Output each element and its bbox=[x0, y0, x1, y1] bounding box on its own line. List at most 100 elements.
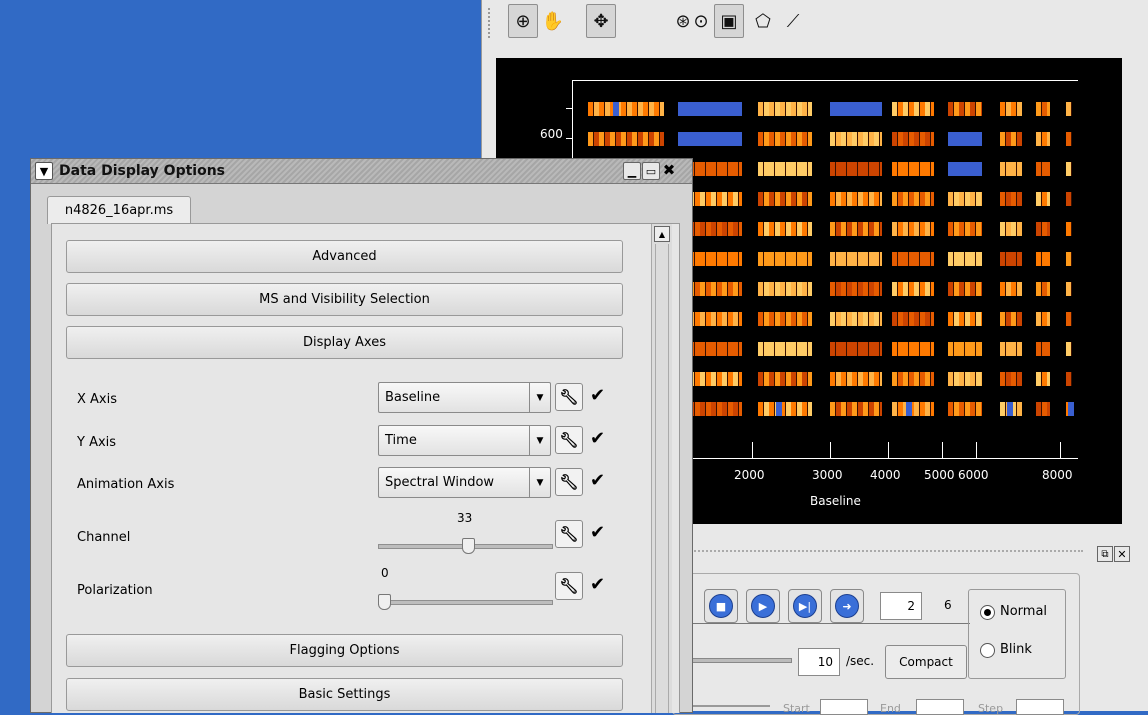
zoom-icon: ⊕ bbox=[515, 10, 531, 32]
polygon-region-tool-button[interactable]: ⬠ bbox=[748, 4, 778, 38]
x-tick bbox=[752, 442, 753, 458]
minimize-icon[interactable]: ▁ bbox=[623, 162, 641, 180]
animation-axis-value: Spectral Window bbox=[385, 475, 495, 490]
x-tick-label: 5000 bbox=[924, 468, 955, 482]
flag-mark bbox=[906, 402, 912, 416]
x-tick bbox=[942, 442, 943, 458]
wrench-icon[interactable]: 🔧︎ bbox=[555, 426, 583, 454]
raster-cell bbox=[1000, 312, 1022, 326]
wrench-icon[interactable]: 🔧︎ bbox=[555, 520, 583, 548]
raster-cell bbox=[1000, 222, 1022, 236]
end-input[interactable] bbox=[916, 699, 964, 715]
raster-cell bbox=[1000, 282, 1022, 296]
tab-ms-file[interactable]: n4826_16apr.ms bbox=[47, 196, 191, 224]
raster-cell bbox=[1000, 102, 1022, 116]
position-slider[interactable] bbox=[690, 705, 770, 707]
raster-cell bbox=[948, 222, 982, 236]
raster-cell bbox=[1066, 102, 1072, 116]
maximize-icon[interactable]: ▭ bbox=[642, 162, 660, 180]
stop-button[interactable]: ■ bbox=[704, 589, 738, 623]
rate-input[interactable]: 10 bbox=[798, 648, 840, 676]
polarization-slider-thumb[interactable] bbox=[378, 594, 391, 610]
float-icon[interactable]: ⧉ bbox=[1097, 546, 1113, 562]
raster-cell bbox=[1066, 192, 1072, 206]
channel-slider-thumb[interactable] bbox=[462, 538, 475, 554]
close-icon[interactable]: ✕ bbox=[1114, 546, 1130, 562]
compact-button[interactable]: Compact bbox=[885, 645, 967, 679]
flag-mark bbox=[1068, 402, 1074, 416]
start-input[interactable] bbox=[820, 699, 868, 715]
window-menu-icon[interactable]: ▼ bbox=[35, 162, 53, 180]
raster-cell bbox=[948, 372, 982, 386]
raster-cell bbox=[1036, 162, 1050, 176]
zoom-tool-button[interactable]: ⊕ bbox=[508, 4, 538, 38]
point-tool-button[interactable]: ⊙ bbox=[686, 4, 716, 38]
raster-cell bbox=[830, 342, 882, 356]
vertical-scrollbar[interactable]: ▲ bbox=[651, 224, 672, 713]
data-display-options-dialog: ▼ Data Display Options ▁ ▭ ✖ n4826_16apr… bbox=[30, 158, 693, 713]
scrollbar-track[interactable] bbox=[655, 244, 669, 713]
raster-cell bbox=[1036, 402, 1050, 416]
x-tick-label: 3000 bbox=[812, 468, 843, 482]
normal-radio[interactable] bbox=[980, 605, 995, 620]
raster-cell bbox=[1036, 132, 1050, 146]
rectangle-region-icon: ▣ bbox=[720, 10, 738, 32]
raster-cell bbox=[1066, 222, 1072, 236]
raster-cell bbox=[830, 222, 882, 236]
polarization-value: 0 bbox=[381, 566, 389, 580]
flagging-section-button[interactable]: Flagging Options bbox=[66, 634, 623, 667]
check-icon[interactable]: ✔ bbox=[590, 522, 605, 543]
rate-slider[interactable] bbox=[690, 658, 792, 663]
to-end-button[interactable]: ➜ bbox=[830, 589, 864, 623]
animation-axis-select[interactable]: Spectral Window ▼ bbox=[378, 467, 551, 498]
raster-cell bbox=[758, 312, 812, 326]
play-forward-button[interactable]: ▶ bbox=[746, 589, 780, 623]
blink-radio[interactable] bbox=[980, 643, 995, 658]
polarization-slider[interactable] bbox=[378, 600, 553, 605]
frame-input[interactable]: 2 bbox=[880, 592, 922, 620]
raster-cell bbox=[678, 102, 742, 116]
x-tick bbox=[1060, 442, 1061, 458]
wrench-icon[interactable]: 🔧︎ bbox=[555, 572, 583, 600]
check-icon[interactable]: ✔ bbox=[590, 470, 605, 491]
advanced-section-button[interactable]: Advanced bbox=[66, 240, 623, 273]
ms-selection-section-button[interactable]: MS and Visibility Selection bbox=[66, 283, 623, 316]
scroll-up-icon[interactable]: ▲ bbox=[654, 226, 670, 242]
step-forward-icon: ▶| bbox=[793, 594, 817, 618]
x-axis-select[interactable]: Baseline ▼ bbox=[378, 382, 551, 413]
x-tick-label: 6000 bbox=[958, 468, 989, 482]
check-icon[interactable]: ✔ bbox=[590, 428, 605, 449]
pan-icon: ✋ bbox=[541, 10, 565, 32]
rectangle-region-tool-button[interactable]: ▣ bbox=[714, 4, 744, 38]
step-forward-button[interactable]: ▶| bbox=[788, 589, 822, 623]
wrench-icon[interactable]: 🔧︎ bbox=[555, 383, 583, 411]
close-icon[interactable]: ✖ bbox=[661, 161, 677, 179]
check-icon[interactable]: ✔ bbox=[590, 574, 605, 595]
check-icon[interactable]: ✔ bbox=[590, 385, 605, 406]
raster-cell bbox=[830, 282, 882, 296]
raster-cell bbox=[1066, 282, 1072, 296]
display-axes-section-button[interactable]: Display Axes bbox=[66, 326, 623, 359]
raster-cell bbox=[948, 402, 982, 416]
flag-mark bbox=[776, 402, 782, 416]
dialog-titlebar[interactable]: ▼ Data Display Options ▁ ▭ ✖ bbox=[31, 159, 692, 184]
raster-cell bbox=[1036, 192, 1050, 206]
basic-settings-section-button[interactable]: Basic Settings bbox=[66, 678, 623, 711]
point-icon: ⊙ bbox=[693, 10, 709, 32]
y-axis-select[interactable]: Time ▼ bbox=[378, 425, 551, 456]
x-axis-label: Baseline bbox=[810, 494, 861, 508]
raster-cell bbox=[830, 132, 882, 146]
move-tool-button[interactable]: ✥ bbox=[586, 4, 616, 38]
top-axis-line bbox=[572, 80, 1078, 81]
raster-cell bbox=[948, 192, 982, 206]
polyline-tool-button[interactable]: ⟋ bbox=[778, 4, 808, 38]
raster-cell bbox=[948, 162, 982, 176]
raster-cell bbox=[758, 402, 812, 416]
raster-cell bbox=[588, 102, 664, 116]
wrench-icon[interactable]: 🔧︎ bbox=[555, 468, 583, 496]
step-input[interactable] bbox=[1016, 699, 1064, 715]
raster-cell bbox=[758, 282, 812, 296]
x-axis-label: X Axis bbox=[77, 392, 118, 407]
toolbar-grip[interactable] bbox=[488, 8, 496, 38]
pan-tool-button[interactable]: ✋ bbox=[538, 4, 568, 38]
